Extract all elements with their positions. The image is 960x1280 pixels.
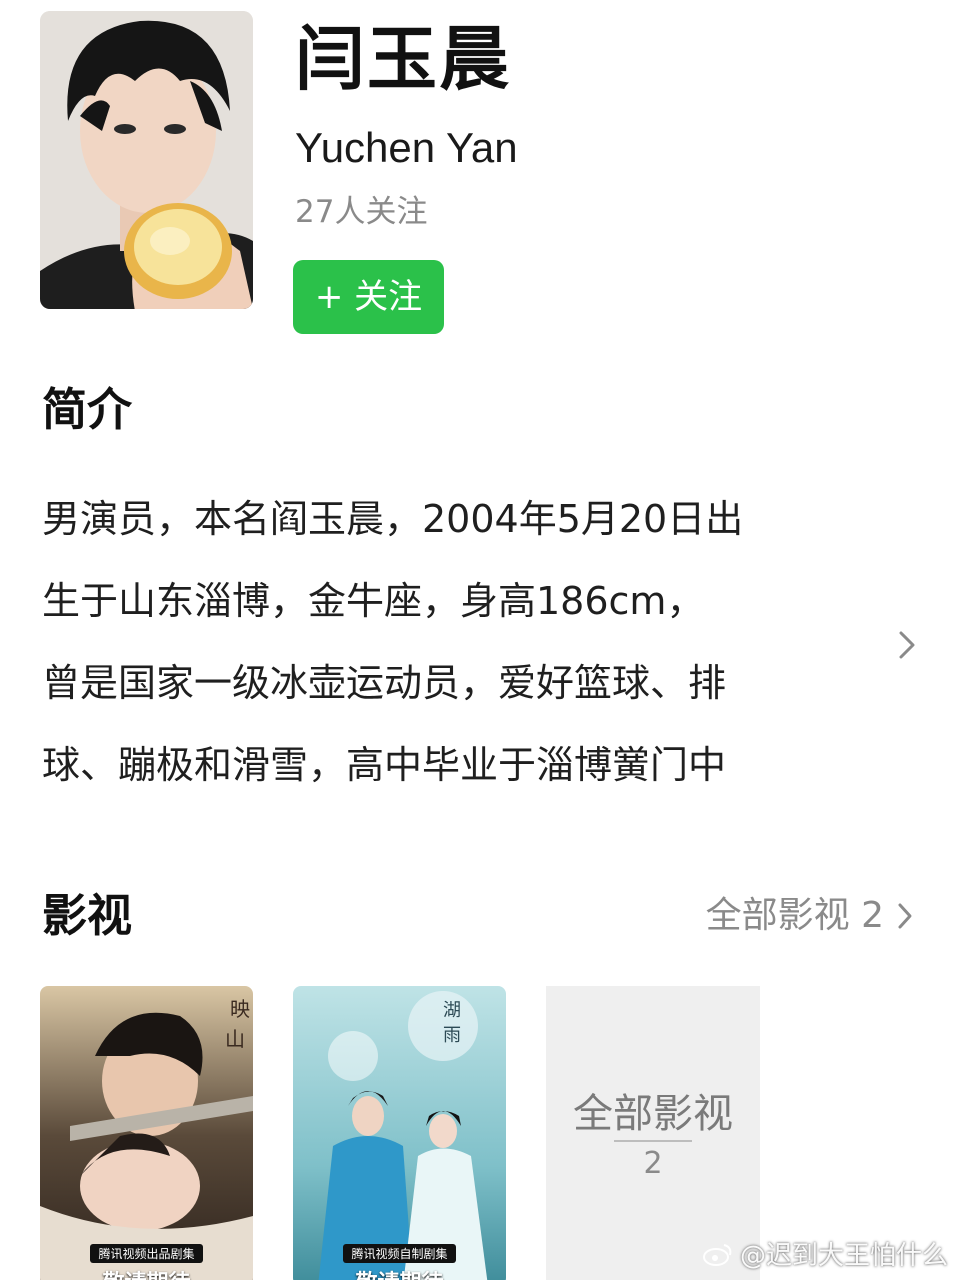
watermark-text: @迟到大王怕什么 bbox=[739, 1241, 948, 1271]
avatar bbox=[40, 11, 253, 309]
poster-badge-small: 腾讯视频出品剧集 bbox=[90, 1244, 203, 1263]
poster-badge-big: 敬请期待 bbox=[40, 1265, 253, 1280]
intro-section-title: 简介 bbox=[42, 383, 133, 436]
chevron-right-icon[interactable] bbox=[893, 625, 919, 665]
intro-line: 球、蹦极和滑雪，高中毕业于淄博黉门中 bbox=[42, 743, 727, 787]
weibo-icon bbox=[702, 1243, 732, 1266]
chevron-right-icon bbox=[898, 903, 912, 929]
poster-image: 湖 雨 bbox=[293, 986, 506, 1280]
all-works-label: 全部影视 2 bbox=[705, 895, 884, 936]
work-poster[interactable]: 映 山 腾讯视频出品剧集 敬请期待 bbox=[40, 986, 253, 1280]
poster-badge-big: 敬请期待 bbox=[293, 1265, 506, 1280]
intro-line: 男演员，本名阎玉晨，2004年5月20日出 bbox=[42, 497, 744, 541]
poster-badge: 腾讯视频出品剧集 敬请期待 bbox=[40, 1240, 253, 1280]
actor-profile-page: 闫玉晨 Yuchen Yan 27人关注 + 关注 简介 男演员，本名阎玉晨，2… bbox=[0, 0, 960, 1280]
poster-badge: 腾讯视频自制剧集 敬请期待 bbox=[293, 1240, 506, 1280]
svg-text:映: 映 bbox=[230, 997, 250, 1021]
poster-badge-small: 腾讯视频自制剧集 bbox=[343, 1244, 456, 1263]
works-section-title: 影视 bbox=[42, 889, 133, 942]
svg-text:山: 山 bbox=[225, 1027, 245, 1051]
poster-image: 映 山 bbox=[40, 986, 253, 1280]
intro-text[interactable]: 男演员，本名阎玉晨，2004年5月20日出 生于山东淄博，金牛座，身高186cm… bbox=[42, 478, 862, 806]
actor-english-name: Yuchen Yan bbox=[295, 124, 518, 171]
svg-text:雨: 雨 bbox=[443, 1025, 461, 1046]
intro-line: 生于山东淄博，金牛座，身高186cm， bbox=[42, 579, 705, 623]
all-works-link[interactable]: 全部影视 2 bbox=[706, 890, 916, 942]
divider bbox=[614, 1140, 692, 1142]
all-works-card-count: 2 bbox=[643, 1146, 663, 1181]
intro-line: 曾是国家一级冰壶运动员，爱好篮球、排 bbox=[42, 661, 727, 705]
svg-text:湖: 湖 bbox=[443, 1000, 461, 1021]
work-poster[interactable]: 湖 雨 腾讯视频自制剧集 敬请期待 bbox=[293, 986, 506, 1280]
follow-button[interactable]: + 关注 bbox=[293, 260, 444, 334]
watermark: @迟到大王怕什么 bbox=[702, 1235, 948, 1272]
actor-name: 闫玉晨 bbox=[295, 18, 511, 100]
all-works-card-label: 全部影视 bbox=[573, 1091, 733, 1137]
follower-count: 27人关注 bbox=[295, 194, 428, 230]
